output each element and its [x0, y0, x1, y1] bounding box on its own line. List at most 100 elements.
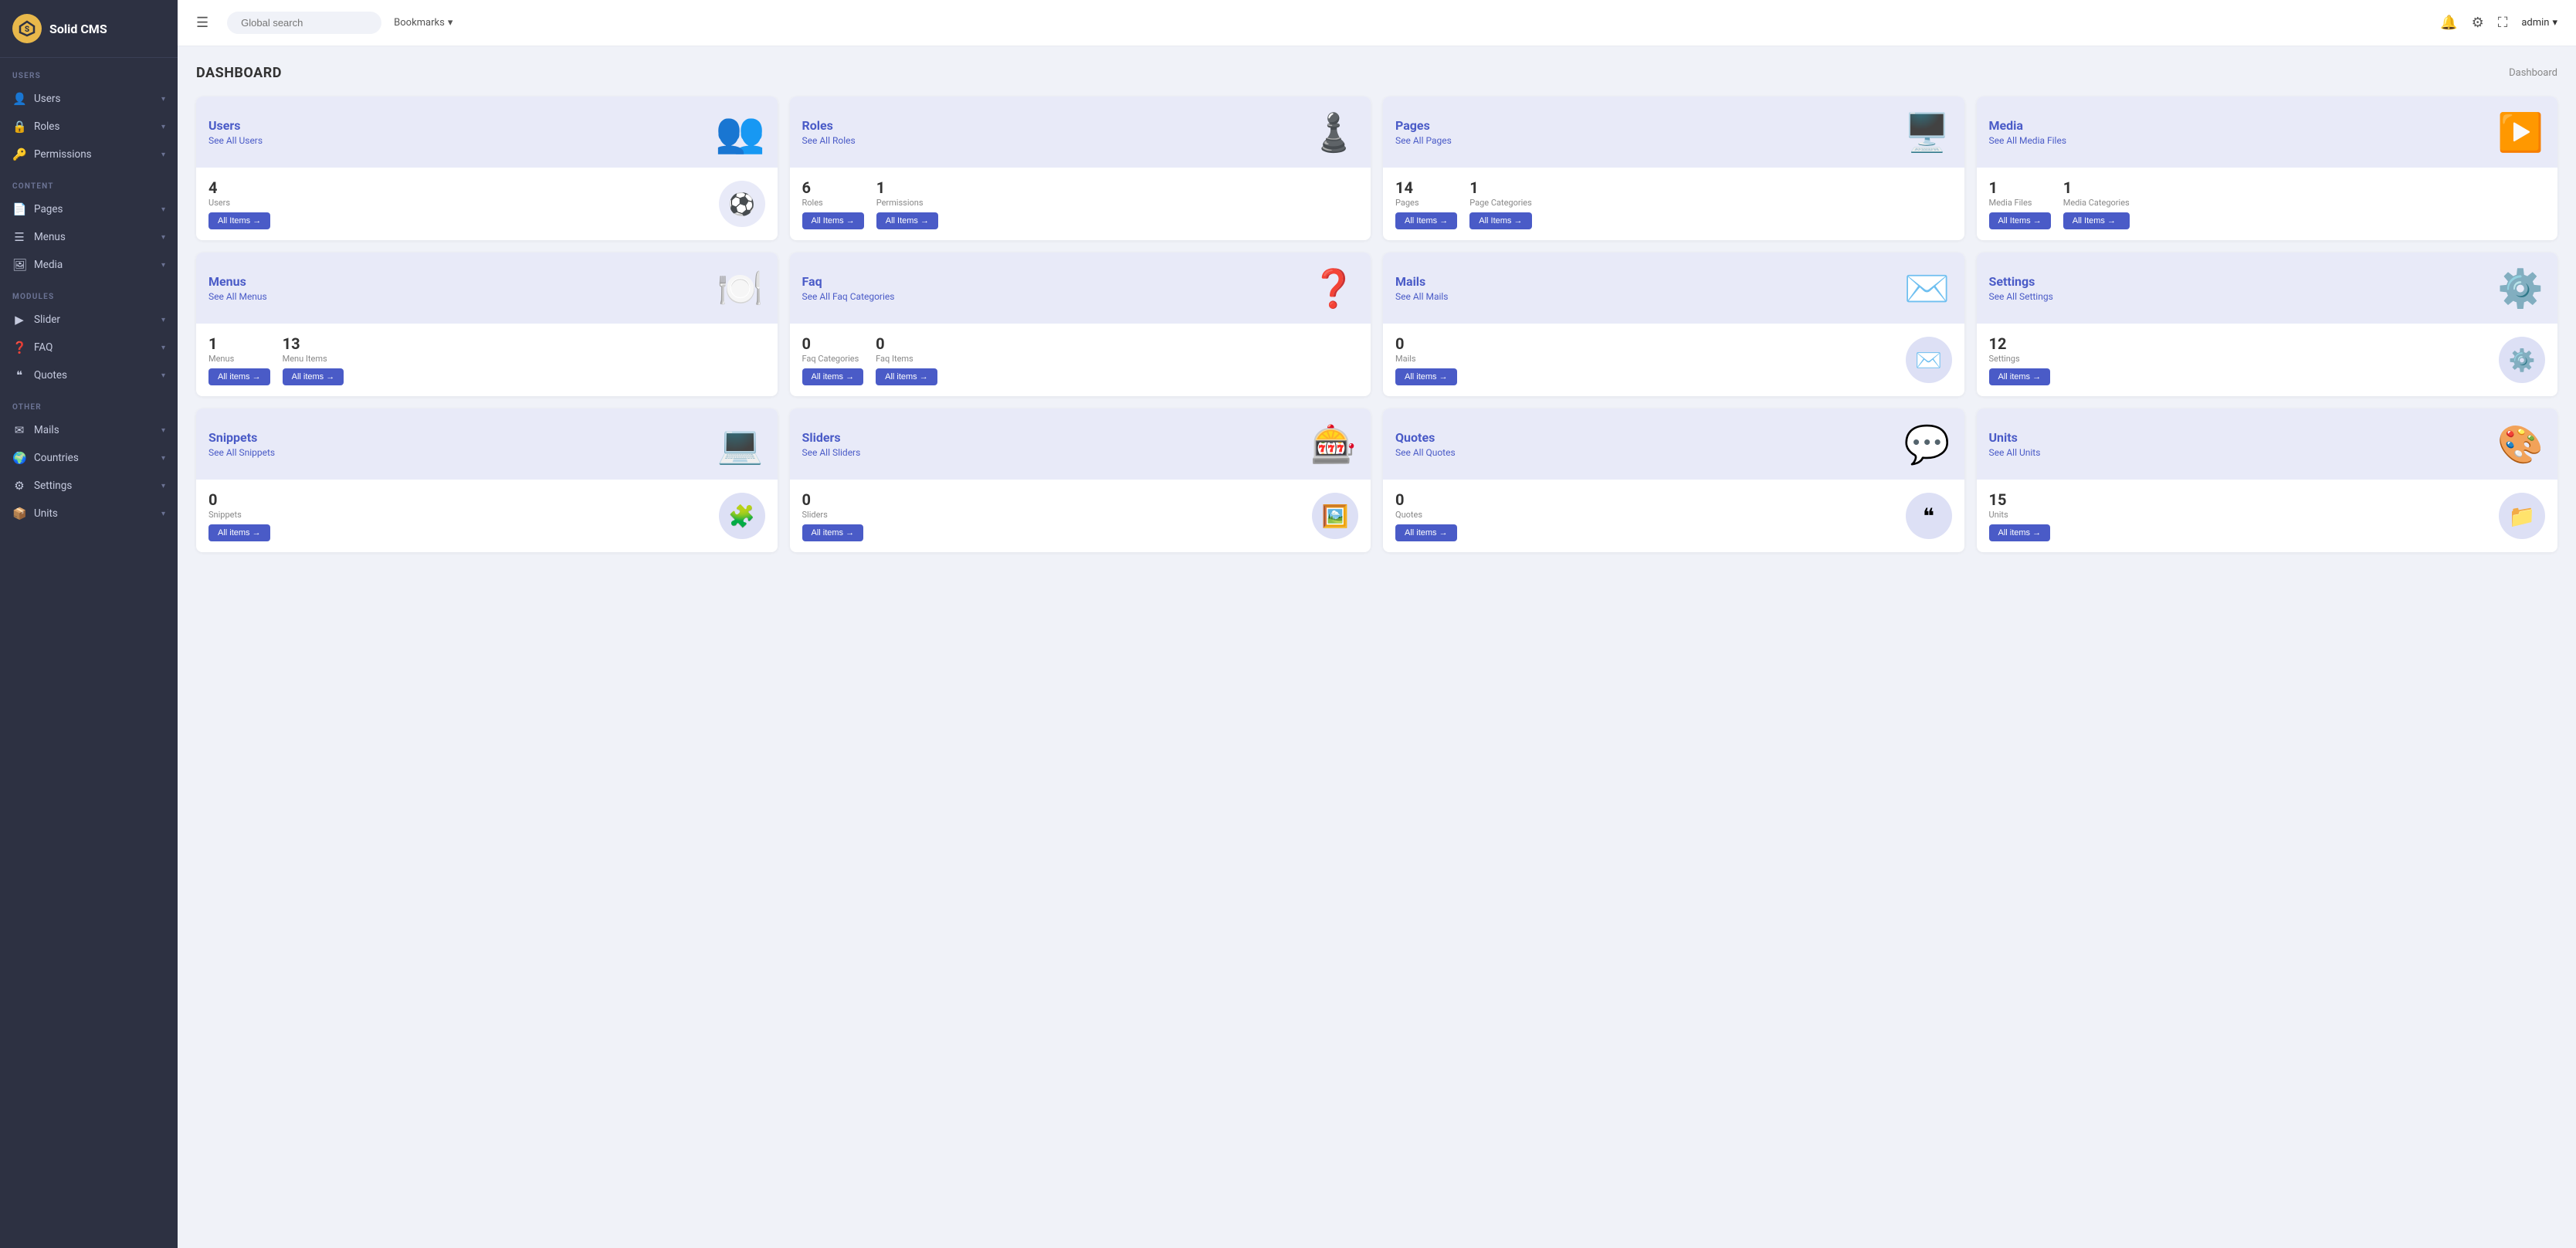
menus-label: Menus: [208, 354, 270, 364]
sliders-all-items-button[interactable]: All items →: [802, 524, 864, 541]
mails-all-items-button[interactable]: All items →: [1395, 368, 1457, 385]
sidebar-item-roles[interactable]: 🔒Roles ▾: [0, 113, 178, 141]
sidebar-brand: S Solid CMS: [0, 0, 178, 58]
users-card-icon: 👥: [716, 107, 765, 157]
hamburger-button[interactable]: ☰: [196, 15, 208, 31]
quotes-icon: ❝: [12, 368, 26, 382]
dashboard-grid: Users See All Users 👥 4 Users All Items …: [196, 97, 2557, 552]
mails-label: Mails: [1395, 354, 1457, 364]
card-body-sliders: 0 Sliders All items → 🖼️: [790, 480, 1371, 552]
quotes-count: 0: [1395, 490, 1457, 509]
fullscreen-icon[interactable]: ⛶: [2498, 15, 2508, 31]
quotes-label: Quotes: [1395, 510, 1457, 520]
card-body-settings: 12 Settings All items → ⚙️: [1977, 324, 2558, 396]
roles-all-items-button[interactable]: All Items →: [802, 212, 864, 229]
units-icon: 📦: [12, 507, 26, 521]
quotes-card-icon: 💬: [1903, 419, 1952, 469]
card-subtitle-users: See All Users: [208, 135, 263, 146]
menus-card-icon: 🍽️: [716, 263, 765, 313]
card-header-pages: Pages See All Pages 🖥️: [1383, 97, 1964, 168]
card-title-users: Users: [208, 118, 263, 133]
menu-items-all-items-button[interactable]: All items →: [283, 368, 344, 385]
faq-card-icon: ❓: [1309, 263, 1358, 313]
page-cats-all-items-button[interactable]: All Items →: [1469, 212, 1532, 229]
card-pages: Pages See All Pages 🖥️ 14 Pages All Item…: [1383, 97, 1964, 240]
quotes-all-items-button[interactable]: All items →: [1395, 524, 1457, 541]
sidebar-item-countries[interactable]: 🌍Countries ▾: [0, 444, 178, 472]
search-input[interactable]: [227, 12, 381, 34]
pages-label: Pages: [1395, 198, 1457, 208]
sliders-count: 0: [802, 490, 864, 509]
settings-label: Settings: [1989, 354, 2051, 364]
sidebar-item-media[interactable]: 🖼Media ▾: [0, 251, 178, 279]
sidebar-item-settings[interactable]: ⚙Settings ▾: [0, 472, 178, 500]
faq-cats-all-items-button[interactable]: All items →: [802, 368, 864, 385]
card-title-menus: Menus: [208, 274, 267, 289]
media-cats-all-items-button[interactable]: All Items →: [2063, 212, 2130, 229]
breadcrumb: Dashboard: [2509, 67, 2557, 79]
menus-all-items-button[interactable]: All items →: [208, 368, 270, 385]
card-title-mails: Mails: [1395, 274, 1449, 289]
chevron-down-icon: ▾: [161, 482, 165, 490]
card-subtitle-quotes: See All Quotes: [1395, 447, 1456, 458]
card-subtitle-menus: See All Menus: [208, 291, 267, 302]
section-label-content: CONTENT: [0, 168, 178, 195]
pages-all-items-button[interactable]: All Items →: [1395, 212, 1457, 229]
permissions-count: 1: [876, 178, 938, 197]
mails-count: 0: [1395, 334, 1457, 353]
card-title-quotes: Quotes: [1395, 430, 1456, 445]
sidebar-item-mails[interactable]: ✉Mails ▾: [0, 416, 178, 444]
pages-count: 14: [1395, 178, 1457, 197]
sidebar-item-slider[interactable]: ▶Slider ▾: [0, 306, 178, 334]
permissions-all-items-button[interactable]: All Items →: [876, 212, 938, 229]
units-all-items-button[interactable]: All items →: [1989, 524, 2051, 541]
settings-all-items-button[interactable]: All items →: [1989, 368, 2051, 385]
gear-icon[interactable]: ⚙: [2472, 15, 2484, 31]
card-snippets: Snippets See All Snippets 💻 0 Snippets A…: [196, 409, 778, 552]
card-header-menus: Menus See All Menus 🍽️: [196, 253, 778, 324]
notification-icon[interactable]: 🔔: [2440, 15, 2457, 31]
units-label: Units: [1989, 510, 2051, 520]
settings-icon: ⚙: [12, 479, 26, 493]
sidebar-section-users: USERS 👤Users ▾ 🔒Roles ▾ 🔑Permissions ▾: [0, 58, 178, 168]
admin-menu[interactable]: admin ▾: [2521, 17, 2557, 29]
media-cats-count: 1: [2063, 178, 2130, 197]
content-area: DASHBOARD Dashboard Users See All Users …: [178, 46, 2576, 1248]
main-area: ☰ Bookmarks ▾ 🔔 ⚙ ⛶ admin ▾ DASHBOARD Da…: [178, 0, 2576, 1248]
faq-icon: ❓: [12, 341, 26, 354]
pages-icon: 📄: [12, 202, 26, 216]
media-files-all-items-button[interactable]: All Items →: [1989, 212, 2051, 229]
card-units: Units See All Units 🎨 15 Units All items…: [1977, 409, 2558, 552]
users-all-items-button[interactable]: All Items →: [208, 212, 270, 229]
card-mails: Mails See All Mails ✉️ 0 Mails All items…: [1383, 253, 1964, 396]
units-body-icon: 📁: [2499, 493, 2545, 539]
mails-icon: ✉: [12, 423, 26, 437]
sidebar-item-faq[interactable]: ❓FAQ ▾: [0, 334, 178, 361]
countries-icon: 🌍: [12, 451, 26, 465]
card-body-quotes: 0 Quotes All items → ❝: [1383, 480, 1964, 552]
sidebar-item-quotes[interactable]: ❝Quotes ▾: [0, 361, 178, 389]
chevron-down-icon: ▾: [2552, 17, 2557, 29]
card-body-roles: 6 Roles All Items → 1 Permissions All It…: [790, 168, 1371, 240]
bookmarks-button[interactable]: Bookmarks ▾: [394, 17, 452, 29]
section-label-modules: MODULES: [0, 279, 178, 306]
chevron-down-icon: ▾: [161, 151, 165, 159]
sidebar-item-users[interactable]: 👤Users ▾: [0, 85, 178, 113]
faq-items-all-items-button[interactable]: All items →: [876, 368, 937, 385]
mails-body-icon: ✉️: [1906, 337, 1952, 383]
faq-cats-count: 0: [802, 334, 864, 353]
snippets-all-items-button[interactable]: All items →: [208, 524, 270, 541]
roles-icon: 🔒: [12, 120, 26, 134]
card-media: Media See All Media Files ▶️ 1 Media Fil…: [1977, 97, 2558, 240]
card-body-snippets: 0 Snippets All items → 🧩: [196, 480, 778, 552]
sidebar-item-menus[interactable]: ☰Menus ▾: [0, 223, 178, 251]
topbar: ☰ Bookmarks ▾ 🔔 ⚙ ⛶ admin ▾: [178, 0, 2576, 46]
card-header-media: Media See All Media Files ▶️: [1977, 97, 2558, 168]
sidebar-item-pages[interactable]: 📄Pages ▾: [0, 195, 178, 223]
sidebar-item-permissions[interactable]: 🔑Permissions ▾: [0, 141, 178, 168]
card-menus: Menus See All Menus 🍽️ 1 Menus All items…: [196, 253, 778, 396]
sidebar-item-units[interactable]: 📦Units ▾: [0, 500, 178, 527]
chevron-down-icon: ▾: [161, 261, 165, 270]
card-header-mails: Mails See All Mails ✉️: [1383, 253, 1964, 324]
card-title-pages: Pages: [1395, 118, 1452, 133]
